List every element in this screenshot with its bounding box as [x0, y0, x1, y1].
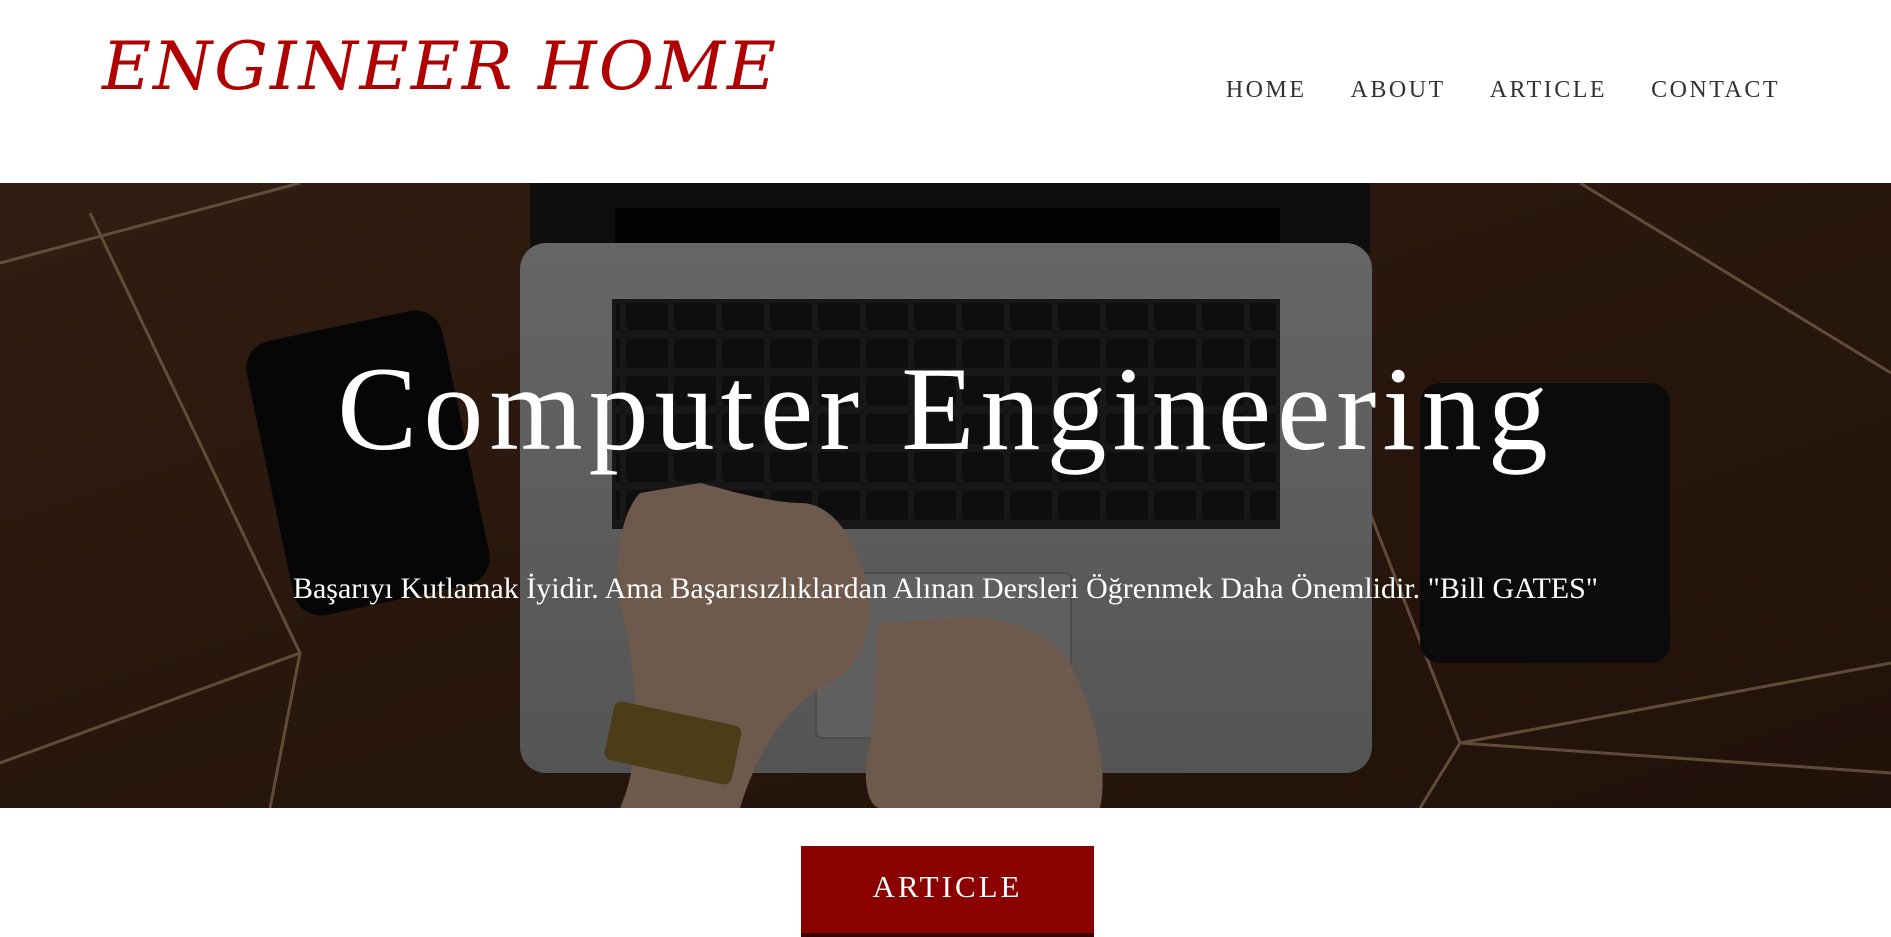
nav-link-article[interactable]: ARTICLE — [1490, 76, 1607, 104]
hero-dark-overlay — [0, 183, 1891, 808]
nav-link-about[interactable]: ABOUT — [1351, 76, 1446, 104]
site-header: ENGINEER HOME HOME ABOUT ARTICLE CONTACT — [0, 0, 1891, 183]
hero-title: Computer Engineering — [337, 342, 1554, 475]
nav-link-contact[interactable]: CONTACT — [1651, 76, 1780, 104]
hero-banner: Computer Engineering Başarıyı Kutlamak İ… — [0, 183, 1891, 808]
hero-quote: Başarıyı Kutlamak İyidir. Ama Başarısızl… — [292, 572, 1599, 605]
article-button[interactable]: ARTICLE — [801, 846, 1094, 937]
main-nav: HOME ABOUT ARTICLE CONTACT — [1182, 76, 1780, 104]
site-logo[interactable]: ENGINEER HOME — [102, 34, 778, 100]
nav-link-home[interactable]: HOME — [1226, 76, 1307, 104]
